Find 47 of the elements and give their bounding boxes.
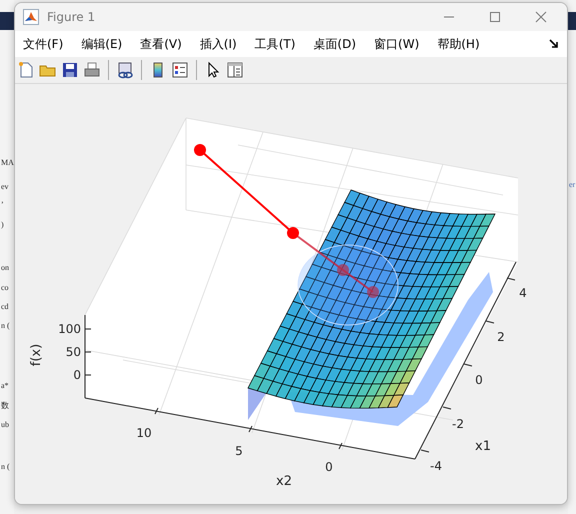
menu-item[interactable]: 窗口(W) <box>374 36 420 52</box>
window-title: Figure 1 <box>47 10 96 24</box>
link-figure-icon[interactable] <box>116 61 134 79</box>
code-fragment: 数 <box>1 400 9 411</box>
new-file-icon[interactable] <box>17 61 35 79</box>
code-fragment: co <box>1 283 9 292</box>
tick-label: 0 <box>475 373 483 387</box>
code-fragment: n ( <box>1 321 10 330</box>
tick-label: 0 <box>325 460 333 474</box>
menu-item[interactable]: 插入(I) <box>200 36 237 52</box>
menu-item[interactable]: 帮助(H) <box>437 36 480 52</box>
code-fragment: n ( <box>1 462 10 471</box>
menu-item[interactable]: 文件(F) <box>23 36 64 52</box>
axis-label: x1 <box>475 439 491 454</box>
code-fragment: cd <box>1 302 9 311</box>
menu-item[interactable]: 编辑(E) <box>81 36 122 52</box>
code-fragment: er <box>569 180 576 189</box>
menu-item[interactable]: 查看(V) <box>140 36 182 52</box>
code-fragment: ev <box>1 182 9 191</box>
app-logo-icon <box>23 9 39 25</box>
code-fragment: a* <box>1 381 9 390</box>
axis-label: x2 <box>276 474 292 489</box>
code-fragment: MA <box>1 158 14 167</box>
tick-label: 4 <box>519 286 527 300</box>
legend-icon[interactable] <box>171 61 189 79</box>
tick-label: 10 <box>136 426 152 440</box>
tick-label: 5 <box>235 444 243 458</box>
code-fragment: ub <box>1 420 9 429</box>
tick-label: 100 <box>58 322 81 336</box>
code-fragment: ’ <box>1 200 4 209</box>
tick-label: -4 <box>430 459 442 473</box>
maximize-icon[interactable] <box>489 11 501 23</box>
axis-label: f(x) <box>29 344 44 366</box>
code-fragment: on <box>1 263 9 272</box>
close-icon[interactable] <box>535 11 547 23</box>
printer-icon[interactable] <box>83 61 101 79</box>
surface-side <box>248 388 267 420</box>
menu-item[interactable]: 工具(T) <box>254 36 296 52</box>
dock-arrow-icon[interactable] <box>549 39 559 49</box>
tick-label: 50 <box>66 345 81 359</box>
code-fragment: ) <box>1 220 4 229</box>
save-icon[interactable] <box>61 61 79 79</box>
tick-label: -2 <box>452 417 464 431</box>
menu-item[interactable]: 桌面(D) <box>313 36 356 52</box>
tick-label: 2 <box>497 330 505 344</box>
property-panel-icon[interactable] <box>226 61 244 79</box>
tick-label: 0 <box>73 368 81 382</box>
